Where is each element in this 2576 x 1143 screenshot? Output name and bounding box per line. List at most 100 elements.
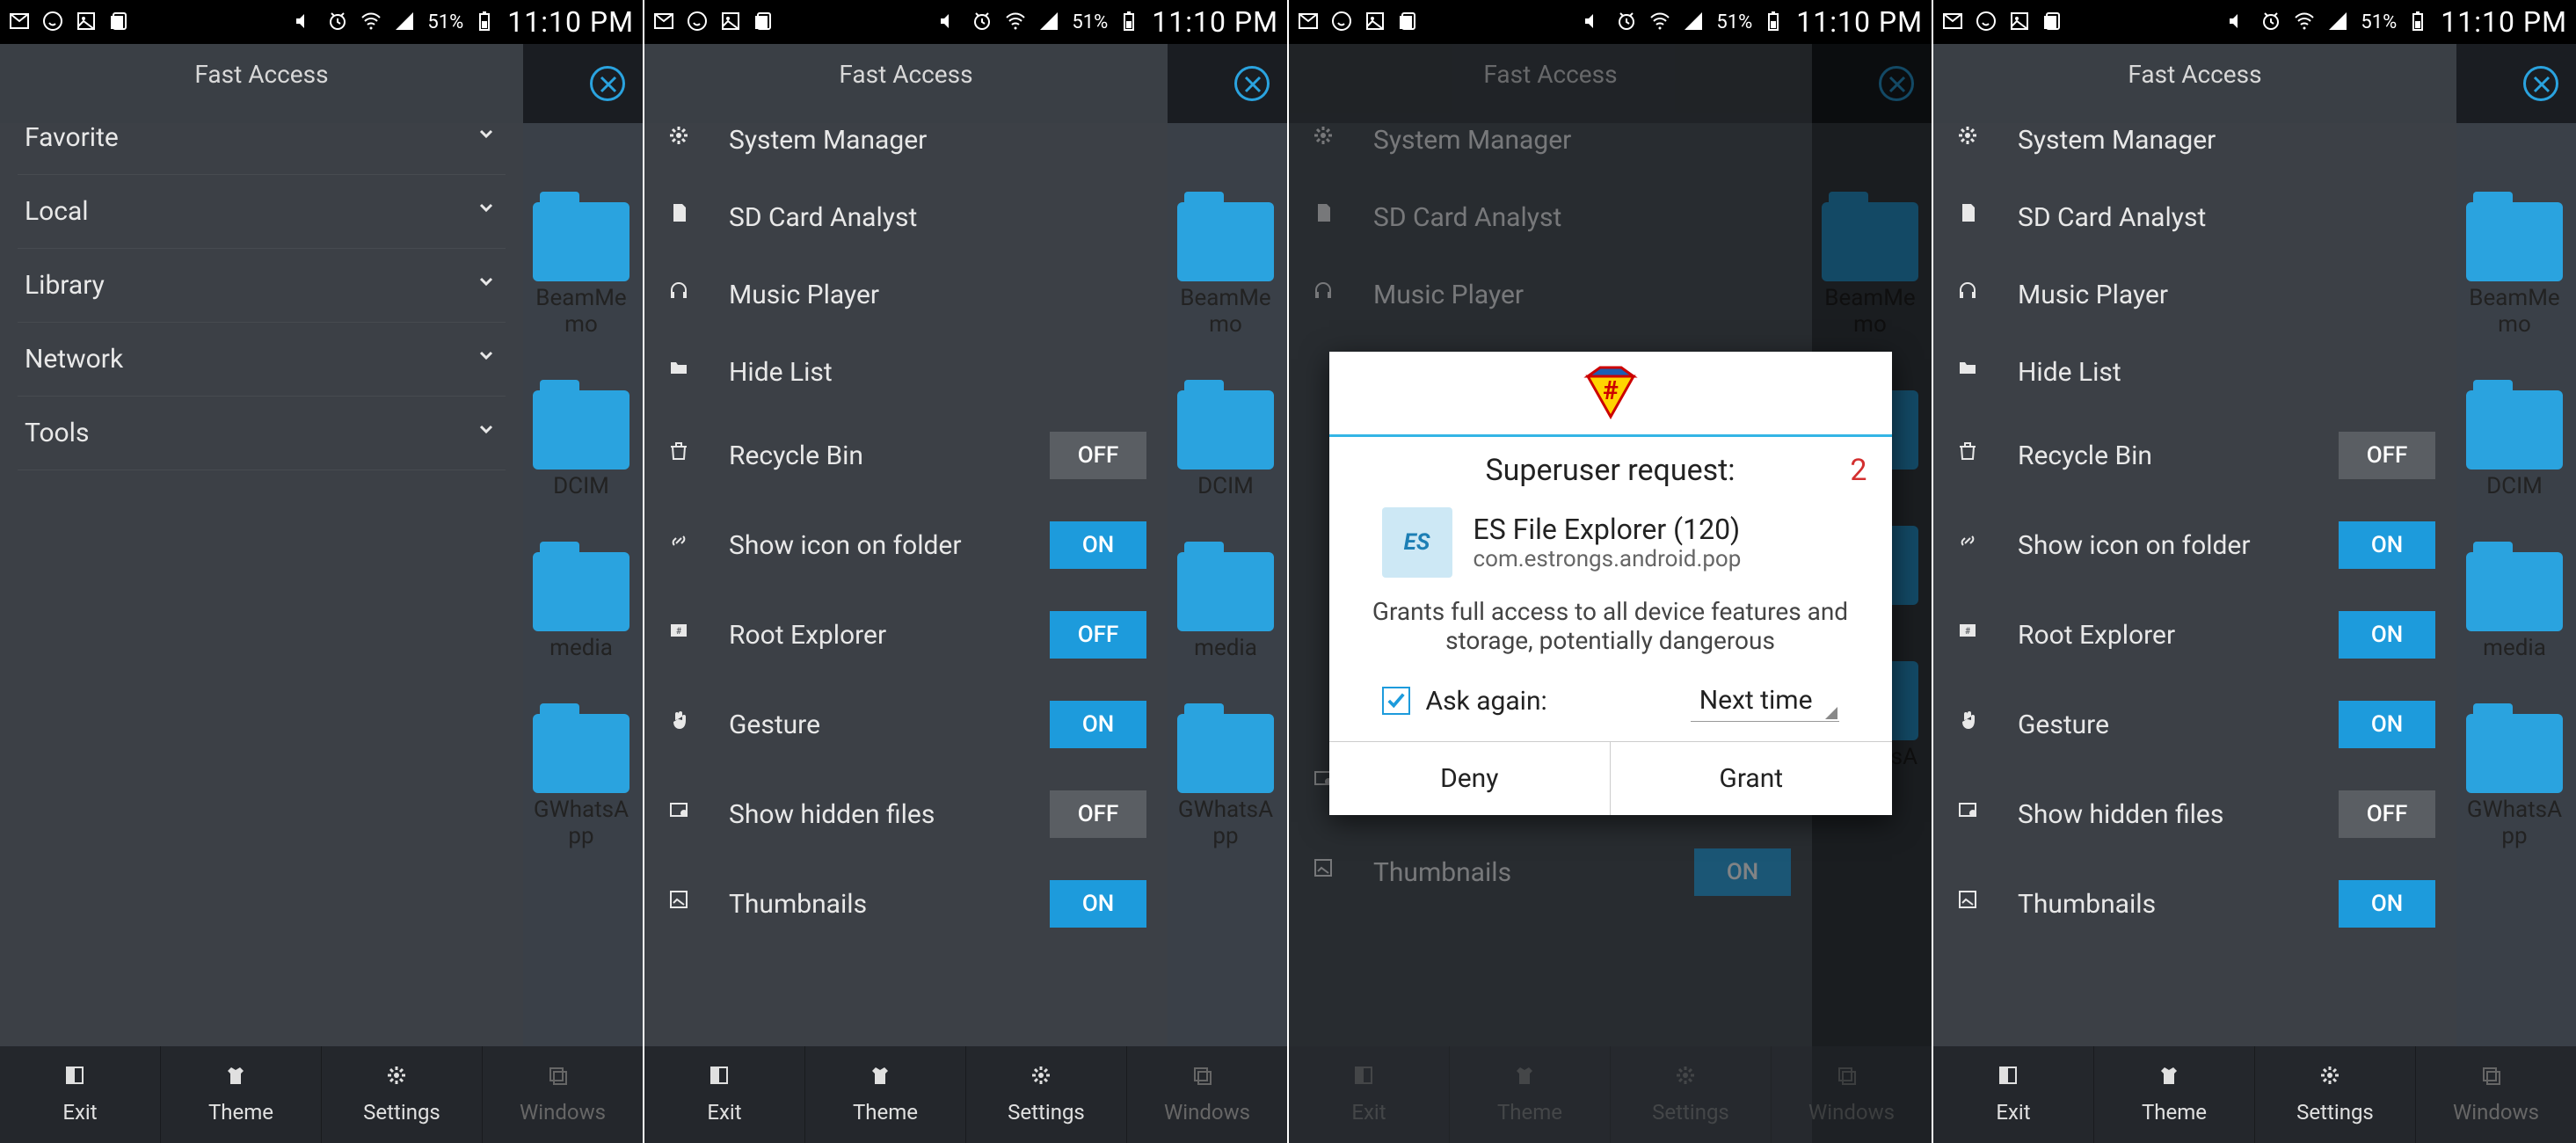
menu-tools[interactable]: Tools	[0, 397, 523, 470]
tool-show-hidden[interactable]: Show hidden filesOFF	[644, 769, 1168, 859]
menu-local[interactable]: Local	[0, 175, 523, 248]
tool-hide-list[interactable]: Hide List	[644, 333, 1168, 411]
nav-settings[interactable]: Settings	[322, 1046, 483, 1143]
tool-music-player[interactable]: Music Player	[644, 256, 1168, 333]
tool-recycle-bin[interactable]: Recycle BinOFF	[644, 411, 1168, 500]
battery-percent: 51%	[1072, 11, 1108, 33]
nav-windows[interactable]: Windows	[483, 1046, 643, 1143]
tool-system-manager[interactable]: System Manager	[644, 101, 1168, 178]
chevron-down-icon	[476, 344, 498, 375]
close-icon[interactable]	[2523, 66, 2558, 101]
nav-exit[interactable]: Exit	[0, 1046, 161, 1143]
tool-gesture[interactable]: GestureON	[1933, 680, 2456, 769]
nav-settings[interactable]: Settings	[966, 1046, 1127, 1143]
folder-gwhatsapp[interactable]: GWhatsApp	[528, 714, 634, 849]
drawer-title: Fast Access	[1289, 44, 1812, 101]
toggle-gesture[interactable]: ON	[2339, 701, 2435, 748]
nav-windows[interactable]: Windows	[1127, 1046, 1287, 1143]
link-icon	[1954, 528, 1990, 563]
toggle-root-explorer[interactable]: OFF	[1050, 611, 1146, 659]
image-icon	[720, 11, 743, 33]
battery-icon	[1763, 11, 1786, 33]
deny-button[interactable]: Deny	[1329, 742, 1612, 815]
folder-beammemo[interactable]: BeamMemo	[528, 202, 634, 338]
nav-settings[interactable]: Settings	[2255, 1046, 2416, 1143]
toggle-show-icon-folder[interactable]: ON	[1050, 521, 1146, 569]
battery-percent: 51%	[2361, 11, 2397, 33]
grant-button[interactable]: Grant	[1611, 742, 1892, 815]
folder-beammemo[interactable]: BeamMemo	[2462, 202, 2567, 338]
mail-icon	[9, 11, 32, 33]
tool-gesture[interactable]: GestureON	[644, 680, 1168, 769]
mail-icon	[1942, 11, 1965, 33]
folder-media[interactable]: media	[1173, 552, 1278, 661]
tool-sd-analyst[interactable]: SD Card Analyst	[1933, 178, 2456, 256]
tool-show-hidden[interactable]: Show hidden filesOFF	[1933, 769, 2456, 859]
toggle-thumbnails[interactable]: ON	[2339, 880, 2435, 928]
tool-sd-analyst[interactable]: SD Card Analyst	[644, 178, 1168, 256]
whatsapp-icon	[42, 11, 65, 33]
menu-library[interactable]: Library	[0, 249, 523, 322]
nav-theme[interactable]: Theme	[2094, 1046, 2255, 1143]
mute-icon	[2227, 11, 2250, 33]
alarm-icon	[2260, 11, 2283, 33]
nav-exit[interactable]: Exit	[1933, 1046, 2094, 1143]
mute-icon	[1583, 11, 1605, 33]
nav-windows[interactable]: Windows	[2416, 1046, 2576, 1143]
menu-label: Local	[25, 196, 89, 227]
screen-3: 51% 11:10 PM BeamMemo GWhatsApp Fast Acc…	[1289, 0, 1932, 1143]
folder-dcim[interactable]: DCIM	[1173, 390, 1278, 499]
tool-thumbnails[interactable]: ThumbnailsON	[644, 859, 1168, 949]
battery-icon	[474, 11, 497, 33]
battery-icon	[2407, 11, 2430, 33]
menu-label: Tools	[25, 418, 89, 448]
tool-thumbnails[interactable]: ThumbnailsON	[1933, 859, 2456, 949]
nav-theme[interactable]: Theme	[161, 1046, 322, 1143]
tool-thumbnails: ThumbnailsON	[1289, 827, 1812, 917]
ask-again-checkbox[interactable]	[1382, 687, 1410, 715]
folder-beammemo[interactable]: BeamMemo	[1173, 202, 1278, 338]
folder-media[interactable]: media	[528, 552, 634, 661]
whatsapp-icon	[1331, 11, 1354, 33]
fast-access-drawer: Fast Access System Manager SD Card Analy…	[1933, 44, 2456, 1143]
close-icon[interactable]	[590, 66, 625, 101]
tool-show-icon-folder[interactable]: Show icon on folderON	[1933, 500, 2456, 590]
tool-root-explorer[interactable]: Root ExplorerON	[1933, 590, 2456, 680]
wifi-icon	[1005, 11, 1028, 33]
clock: 11:10 PM	[507, 5, 634, 39]
tool-hide-list[interactable]: Hide List	[1933, 333, 2456, 411]
hidden-icon	[666, 797, 701, 832]
tool-root-explorer[interactable]: Root ExplorerOFF	[644, 590, 1168, 680]
toggle-thumbnails[interactable]: ON	[1050, 880, 1146, 928]
status-bar: 51% 11:10 PM	[1289, 0, 1932, 44]
menu-network[interactable]: Network	[0, 323, 523, 396]
tool-music-player[interactable]: Music Player	[1933, 256, 2456, 333]
tool-system-manager[interactable]: System Manager	[1933, 101, 2456, 178]
close-icon[interactable]	[1234, 66, 1270, 101]
tool-recycle-bin[interactable]: Recycle BinOFF	[1933, 411, 2456, 500]
folder-gwhatsapp[interactable]: GWhatsApp	[2462, 714, 2567, 849]
toggle-show-hidden[interactable]: OFF	[2339, 790, 2435, 838]
folder-dcim[interactable]: DCIM	[2462, 390, 2567, 499]
toggle-recycle-bin[interactable]: OFF	[1050, 432, 1146, 479]
toggle-recycle-bin[interactable]: OFF	[2339, 432, 2435, 479]
folder-gwhatsapp[interactable]: GWhatsApp	[1173, 714, 1278, 849]
gear-icon	[1954, 122, 1990, 157]
nav-theme[interactable]: Theme	[805, 1046, 966, 1143]
toggle-show-hidden[interactable]: OFF	[1050, 790, 1146, 838]
fast-access-drawer: Fast Access Favorite Local Library Netwo…	[0, 44, 523, 1143]
tool-system-manager: System Manager	[1289, 101, 1812, 178]
tool-music-player: Music Player	[1289, 256, 1812, 333]
toggle-show-icon-folder[interactable]: ON	[2339, 521, 2435, 569]
ask-again-spinner[interactable]: Next time	[1691, 680, 1839, 722]
headphones-icon	[666, 277, 701, 312]
wifi-icon	[1649, 11, 1672, 33]
clock: 11:10 PM	[2441, 5, 2567, 39]
nav-exit[interactable]: Exit	[644, 1046, 805, 1143]
folder-media[interactable]: media	[2462, 552, 2567, 661]
folder-dcim[interactable]: DCIM	[528, 390, 634, 499]
toggle-gesture[interactable]: ON	[1050, 701, 1146, 748]
tool-show-icon-folder[interactable]: Show icon on folderON	[644, 500, 1168, 590]
menu-favorite[interactable]: Favorite	[0, 101, 523, 174]
toggle-root-explorer[interactable]: ON	[2339, 611, 2435, 659]
